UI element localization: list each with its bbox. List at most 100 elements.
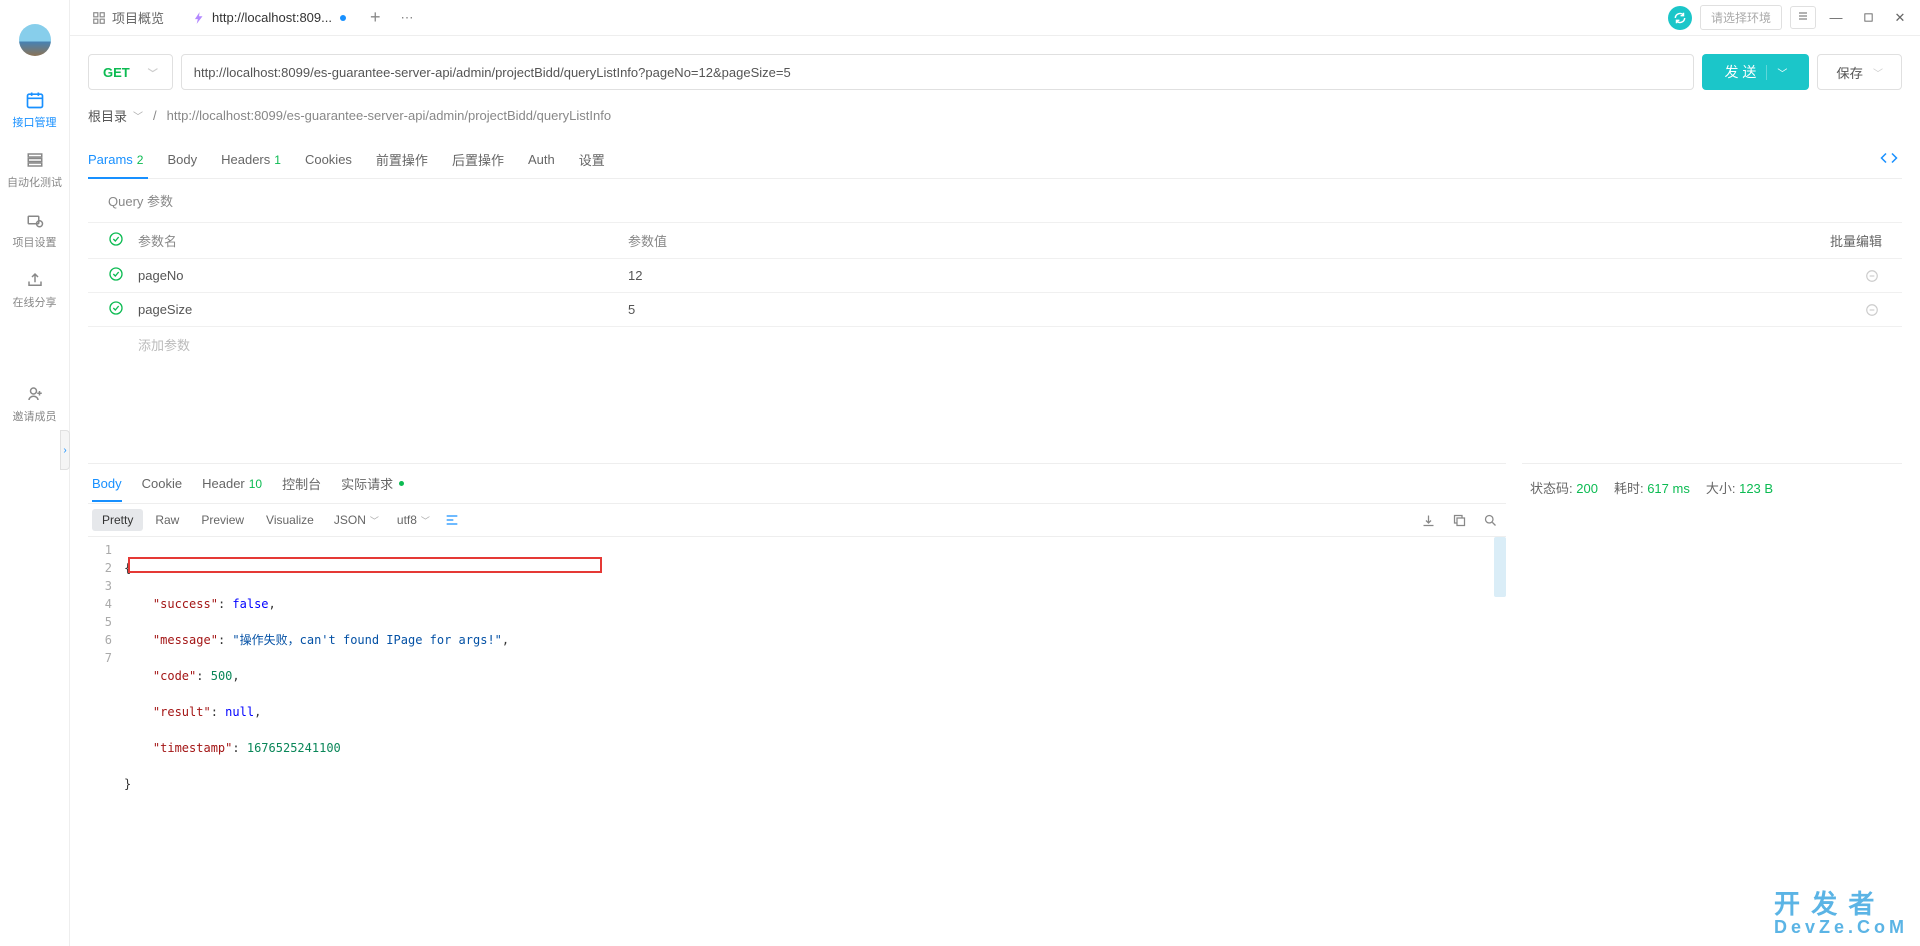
- line-numbers: 1234567: [88, 537, 118, 928]
- tab-add-button[interactable]: +: [360, 7, 391, 28]
- breadcrumb-path: http://localhost:8099/es-guarantee-serve…: [167, 108, 611, 123]
- download-button[interactable]: [1417, 509, 1440, 532]
- status-time-label: 耗时:: [1614, 481, 1644, 496]
- method-label: GET: [103, 65, 130, 80]
- tab-post-response[interactable]: 后置操作: [452, 142, 504, 177]
- code-snippet-button[interactable]: [1876, 141, 1902, 178]
- url-row: GET ﹀ 发 送 ﹀ 保存 ﹀: [88, 54, 1902, 90]
- code-content[interactable]: { "success": false, "message": "操作失败，can…: [118, 537, 1506, 928]
- search-button[interactable]: [1479, 509, 1502, 532]
- param-row[interactable]: pageSize 5: [88, 293, 1902, 327]
- view-pretty-button[interactable]: Pretty: [92, 509, 143, 531]
- breadcrumb-root[interactable]: 根目录 ﹀: [88, 106, 143, 125]
- tab-pre-request[interactable]: 前置操作: [376, 142, 428, 177]
- check-icon[interactable]: [108, 300, 128, 319]
- status-size-label: 大小:: [1706, 481, 1736, 496]
- chevron-down-icon: ﹀: [1766, 65, 1787, 80]
- bolt-icon: [192, 11, 206, 25]
- scrollbar-thumb[interactable]: [1494, 537, 1506, 597]
- sidebar-item-label: 邀请成员: [13, 408, 57, 424]
- response-toolbar: Pretty Raw Preview Visualize JSON﹀ utf8﹀: [88, 504, 1506, 537]
- response-tabs: Body Cookie Header10 控制台 实际请求: [88, 464, 1506, 504]
- list-icon: [25, 150, 45, 170]
- chevron-down-icon: ﹀: [148, 65, 158, 80]
- tab-overview[interactable]: 项目概览: [78, 0, 178, 36]
- sidebar-item-invite[interactable]: 邀请成员: [0, 374, 69, 434]
- title-bar: 项目概览 http://localhost:809... + ⋯ 请选择环境 —…: [70, 0, 1920, 36]
- avatar[interactable]: [19, 24, 51, 56]
- calendar-icon: [25, 90, 45, 110]
- resp-tab-header[interactable]: Header10: [202, 466, 262, 501]
- unsaved-dot-icon: [340, 15, 346, 21]
- param-value-cell[interactable]: 12: [628, 268, 1862, 283]
- main-area: 项目概览 http://localhost:809... + ⋯ 请选择环境 —…: [70, 0, 1920, 946]
- tab-request[interactable]: http://localhost:809...: [178, 0, 360, 36]
- environment-select[interactable]: 请选择环境: [1700, 5, 1782, 30]
- resp-tab-body[interactable]: Body: [92, 466, 122, 501]
- tab-settings[interactable]: 设置: [579, 142, 605, 177]
- chevron-down-icon: ﹀: [1873, 65, 1883, 80]
- status-size-value: 123 B: [1739, 481, 1773, 496]
- tab-headers[interactable]: Headers1: [221, 144, 281, 175]
- close-button[interactable]: ✕: [1888, 6, 1912, 30]
- batch-edit-button[interactable]: 批量编辑: [1830, 231, 1882, 250]
- check-icon: [108, 231, 128, 250]
- tab-body[interactable]: Body: [167, 144, 197, 175]
- http-method-select[interactable]: GET ﹀: [88, 54, 173, 90]
- view-preview-button[interactable]: Preview: [191, 509, 254, 531]
- param-name-cell[interactable]: pageNo: [138, 268, 628, 283]
- encoding-select[interactable]: utf8﹀: [389, 509, 438, 531]
- sidebar-item-label: 项目设置: [13, 234, 57, 250]
- check-icon[interactable]: [108, 266, 128, 285]
- remove-param-button[interactable]: [1862, 269, 1882, 283]
- tab-params[interactable]: Params2: [88, 144, 143, 175]
- response-right-panel: 状态码: 200 耗时: 617 ms 大小: 123 B: [1522, 463, 1902, 928]
- response-area: Body Cookie Header10 控制台 实际请求 Pretty Raw…: [88, 463, 1902, 928]
- sidebar-item-settings[interactable]: 项目设置: [0, 200, 69, 260]
- format-button[interactable]: [440, 508, 464, 532]
- format-select[interactable]: JSON﹀: [326, 509, 387, 531]
- add-param-button[interactable]: 添加参数: [88, 327, 1902, 362]
- save-button[interactable]: 保存 ﹀: [1817, 54, 1902, 90]
- sidebar-item-label: 接口管理: [13, 114, 57, 130]
- param-value-cell[interactable]: 5: [628, 302, 1862, 317]
- refresh-button[interactable]: [1668, 6, 1692, 30]
- header-value: 参数值: [628, 231, 1830, 250]
- status-time-value: 617 ms: [1647, 481, 1690, 496]
- status-code-label: 状态码:: [1530, 481, 1573, 496]
- url-input[interactable]: [181, 54, 1695, 90]
- collapse-handle[interactable]: ›: [60, 430, 70, 470]
- left-sidebar: 接口管理 自动化测试 项目设置 在线分享 邀请成员 ›: [0, 0, 70, 946]
- sidebar-item-test[interactable]: 自动化测试: [0, 140, 69, 200]
- param-row[interactable]: pageNo 12: [88, 259, 1902, 293]
- view-raw-button[interactable]: Raw: [145, 509, 189, 531]
- copy-button[interactable]: [1448, 509, 1471, 532]
- sidebar-item-api[interactable]: 接口管理: [0, 80, 69, 140]
- tab-more-button[interactable]: ⋯: [391, 10, 424, 26]
- settings-icon: [25, 210, 45, 230]
- minimize-button[interactable]: —: [1824, 6, 1848, 30]
- param-name-cell[interactable]: pageSize: [138, 302, 628, 317]
- env-settings-button[interactable]: [1790, 6, 1816, 29]
- sidebar-item-label: 在线分享: [13, 294, 57, 310]
- remove-param-button[interactable]: [1862, 303, 1882, 317]
- resp-tab-actual[interactable]: 实际请求: [341, 464, 404, 503]
- resp-tab-console[interactable]: 控制台: [282, 464, 321, 503]
- breadcrumb-separator: /: [153, 108, 157, 123]
- grid-icon: [92, 11, 106, 25]
- tab-auth[interactable]: Auth: [528, 144, 555, 175]
- sidebar-item-label: 自动化测试: [7, 174, 62, 190]
- chevron-down-icon: ﹀: [421, 514, 430, 527]
- send-button[interactable]: 发 送 ﹀: [1702, 54, 1809, 90]
- resp-tab-cookie[interactable]: Cookie: [142, 466, 182, 501]
- response-code-view[interactable]: 1234567 { "success": false, "message": "…: [88, 537, 1506, 928]
- param-header-row: 参数名 参数值 批量编辑: [88, 222, 1902, 259]
- status-dot-icon: [399, 481, 404, 486]
- chevron-down-icon: ﹀: [133, 108, 143, 123]
- view-visualize-button[interactable]: Visualize: [256, 509, 324, 531]
- query-section-label: Query 参数: [88, 179, 1902, 222]
- maximize-button[interactable]: [1856, 6, 1880, 30]
- tab-cookies[interactable]: Cookies: [305, 144, 352, 175]
- sidebar-item-share[interactable]: 在线分享: [0, 260, 69, 320]
- tab-label: http://localhost:809...: [212, 10, 332, 25]
